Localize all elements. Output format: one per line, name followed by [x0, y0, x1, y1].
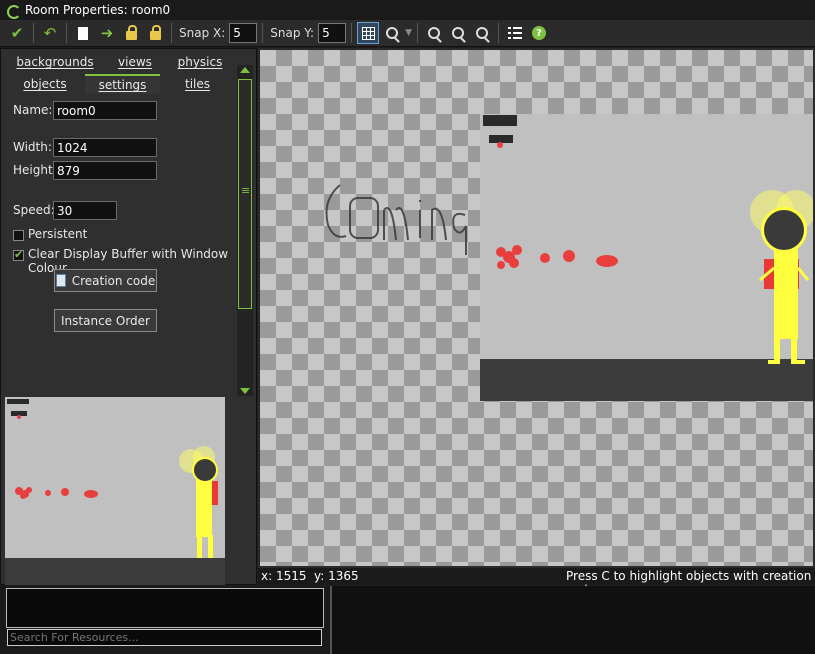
- room-canvas[interactable]: [260, 50, 813, 566]
- scroll-thumb[interactable]: [238, 79, 252, 309]
- lock-icon: [125, 25, 137, 40]
- tab-settings[interactable]: settings: [85, 74, 160, 94]
- tab-tiles[interactable]: tiles: [160, 74, 235, 94]
- zoom-in-button[interactable]: [471, 22, 493, 44]
- chevron-down-icon[interactable]: ▼: [405, 28, 412, 38]
- zoom-out-icon: [428, 27, 440, 39]
- room-editor[interactable]: [258, 48, 815, 568]
- shift-arrow-icon: ➜: [100, 24, 114, 42]
- tab-backgrounds[interactable]: backgrounds: [5, 52, 105, 72]
- ok-button[interactable]: ✔: [6, 22, 28, 44]
- scroll-down-icon[interactable]: [240, 388, 250, 394]
- room-preview: [5, 397, 225, 585]
- tab-physics[interactable]: physics: [165, 52, 235, 72]
- zoom-out-button[interactable]: [423, 22, 445, 44]
- undo-icon: ↶: [43, 24, 57, 42]
- clear-room-button[interactable]: [72, 22, 94, 44]
- help-icon: ?: [532, 26, 546, 40]
- room-properties-window: Room Properties: room0 ✔ ↶ ➜ Snap X: Sna…: [0, 0, 815, 654]
- script-icon: [55, 274, 66, 287]
- speed-label: Speed:: [13, 203, 55, 217]
- lock-all-icon: [149, 25, 161, 40]
- speed-field[interactable]: [53, 201, 117, 220]
- height-label: Height:: [13, 163, 57, 177]
- tab-views[interactable]: views: [105, 52, 165, 72]
- name-label: Name:: [13, 103, 53, 117]
- settings-form: Name: Width: Height: Speed: Persistent C…: [5, 95, 235, 440]
- room-instances: [325, 115, 813, 364]
- creation-code-label: Creation code: [71, 273, 156, 288]
- lock-all-button[interactable]: [144, 22, 166, 44]
- lock-instances-button[interactable]: [120, 22, 142, 44]
- toolbar-separator: [66, 23, 67, 43]
- zoom-in-icon: [476, 27, 488, 39]
- persistent-label: Persistent: [28, 227, 88, 241]
- window-title: Room Properties: room0: [25, 3, 171, 17]
- resource-tree[interactable]: [6, 588, 324, 628]
- check-icon: ✔: [10, 24, 24, 42]
- toolbar-separator: [33, 23, 34, 43]
- undo-button[interactable]: ↶: [39, 22, 61, 44]
- tab-objects[interactable]: objects: [5, 74, 85, 94]
- toolbar-separator: [262, 23, 264, 43]
- settings-scrollbar[interactable]: [237, 65, 253, 396]
- toolbar-separator: [351, 23, 353, 43]
- cursor-x: x: 1515: [261, 569, 307, 583]
- shift-instances-button[interactable]: ➜: [96, 22, 118, 44]
- grid-toggle-button[interactable]: [357, 22, 380, 44]
- room-preview-art: [7, 399, 218, 559]
- title-bar: Room Properties: room0: [0, 0, 815, 20]
- grid-icon: [361, 26, 375, 40]
- toolbar-separator: [498, 23, 499, 43]
- width-field[interactable]: [53, 138, 157, 157]
- resource-search-input[interactable]: [7, 629, 322, 646]
- zoom-reset-icon: [452, 27, 464, 39]
- instance-order-label: Instance Order: [61, 313, 150, 328]
- snap-y-input[interactable]: [318, 23, 347, 43]
- status-bar: x: 1515 y: 1365 Press C to highlight obj…: [258, 568, 815, 597]
- snap-x-input[interactable]: [229, 23, 258, 43]
- workspace-area: [330, 586, 815, 654]
- preview-floor: [5, 558, 225, 585]
- toolbar: ✔ ↶ ➜ Snap X: Snap Y: ▼ ?: [0, 20, 815, 47]
- creation-code-button[interactable]: Creation code: [54, 269, 157, 292]
- gamemaker-icon: [6, 3, 21, 19]
- width-label: Width:: [13, 140, 52, 154]
- toolbar-separator: [171, 23, 172, 43]
- cursor-y: y: 1365: [314, 569, 359, 583]
- snap-y-label: Snap Y:: [270, 26, 315, 40]
- name-field[interactable]: [53, 101, 157, 120]
- tab-bar: backgrounds views physics objects settin…: [5, 52, 235, 94]
- snap-x-label: Snap X:: [179, 26, 226, 40]
- help-button[interactable]: ?: [528, 22, 550, 44]
- properties-panel: backgrounds views physics objects settin…: [0, 48, 257, 585]
- magnify-icon: [386, 27, 399, 39]
- zoom-reset-button[interactable]: [447, 22, 469, 44]
- instance-order-button[interactable]: Instance Order: [54, 309, 157, 332]
- height-field[interactable]: [53, 161, 157, 180]
- new-doc-icon: [78, 26, 88, 40]
- scroll-up-icon[interactable]: [240, 67, 250, 73]
- clear-buffer-checkbox[interactable]: [13, 248, 24, 261]
- isometric-button[interactable]: [381, 22, 403, 44]
- instance-list-button[interactable]: [504, 22, 526, 44]
- list-icon: [508, 27, 522, 39]
- persistent-checkbox[interactable]: [13, 230, 24, 241]
- toolbar-separator: [417, 23, 418, 43]
